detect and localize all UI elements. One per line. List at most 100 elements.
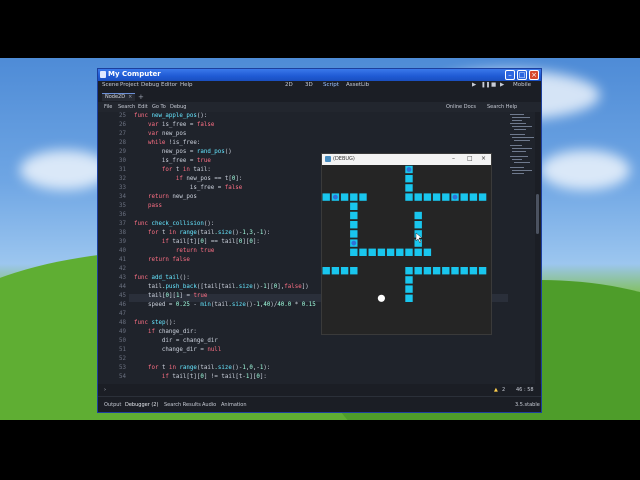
script-menubar: File Search Edit Go To Debug Online Docs… <box>98 102 541 112</box>
code-line[interactable]: is_free = false <box>134 185 242 191</box>
code-line[interactable]: func step(): <box>134 320 176 326</box>
snake-segment <box>414 239 422 247</box>
snake-segment <box>423 193 432 201</box>
game-close-button[interactable]: × <box>481 155 486 162</box>
snake-segment <box>405 193 413 201</box>
snake-segment <box>386 248 395 256</box>
code-line[interactable]: tail.push_back([tail[tail.size()-1][0],f… <box>134 284 309 290</box>
mode-3d[interactable]: 3D <box>305 82 313 88</box>
code-line[interactable]: return false <box>134 257 190 263</box>
code-line[interactable]: tail[0][1] = true <box>134 293 207 299</box>
script-menu-goto[interactable]: Go To <box>152 104 166 110</box>
script-menu-debug[interactable]: Debug <box>170 104 186 110</box>
code-line[interactable]: if tail[t][0] == tail[0][0]: <box>134 239 260 245</box>
menu-editor[interactable]: Editor <box>161 82 177 88</box>
panel-tab-debugger[interactable]: Debugger (2) <box>125 402 158 408</box>
code-line[interactable]: dir = change_dir <box>134 338 218 344</box>
maximize-button[interactable]: □ <box>517 70 527 80</box>
snake-segment <box>359 248 367 256</box>
panel-tab-output[interactable]: Output <box>104 402 121 408</box>
snake-segment <box>405 276 413 284</box>
code-line[interactable]: while !is_free: <box>134 140 200 146</box>
warning-count[interactable]: 2 <box>502 387 505 393</box>
line-number: 34 <box>119 194 126 200</box>
code-line[interactable]: for t in range(tail.size()-1,0,-1): <box>134 365 270 371</box>
game-canvas[interactable] <box>322 165 491 334</box>
code-line[interactable]: func check_collision(): <box>134 221 214 227</box>
line-number: 54 <box>119 374 126 380</box>
line-number: 50 <box>119 338 126 344</box>
mode-script[interactable]: Script <box>323 82 339 88</box>
code-minimap[interactable] <box>508 112 536 212</box>
panel-tab-search-results[interactable]: Search Results <box>164 402 201 408</box>
snake-segment <box>460 193 468 201</box>
chevron-right-icon[interactable]: › <box>104 387 106 393</box>
code-line[interactable]: new_pos = rand_pos() <box>134 149 232 155</box>
script-menu-edit[interactable]: Edit <box>138 104 148 110</box>
game-debug-window[interactable]: (DEBUG) – □ × <box>321 153 492 335</box>
code-line[interactable]: var is_free = false <box>134 122 214 128</box>
snake-segment <box>405 184 413 192</box>
code-line[interactable]: return true <box>134 248 214 254</box>
line-number: 27 <box>119 131 126 137</box>
mode-2d[interactable]: 2D <box>285 82 293 88</box>
code-line[interactable]: speed = 0.25 - min(tail.size()-1,40)/40.… <box>134 302 316 308</box>
snake-segment <box>405 248 413 256</box>
online-docs-button[interactable]: Online Docs <box>446 104 476 110</box>
panel-tab-audio[interactable]: Audio <box>202 402 216 408</box>
code-line[interactable]: for t in range(tail.size()-1,3,-1): <box>134 230 270 236</box>
snake-segment <box>322 193 330 201</box>
game-minimize-button[interactable]: – <box>452 155 455 162</box>
code-line[interactable]: if tail[t][0] != tail[t-1][0]: <box>134 374 267 380</box>
add-tab-button[interactable]: + <box>138 93 144 101</box>
snake-segment <box>350 267 358 275</box>
script-menu-file[interactable]: File <box>104 104 112 110</box>
scrollbar-thumb[interactable] <box>536 194 539 234</box>
snake-segment <box>469 193 478 201</box>
code-line[interactable]: func add_tail(): <box>134 275 190 281</box>
script-menu-search[interactable]: Search <box>118 104 135 110</box>
editor-scrollbar[interactable] <box>535 112 540 384</box>
code-line[interactable]: for t in tail: <box>134 167 211 173</box>
game-window-title: (DEBUG) <box>333 156 355 162</box>
window-titlebar[interactable]: My Computer – □ × <box>98 69 541 81</box>
line-number: 41 <box>119 257 126 263</box>
snake-segment <box>478 193 487 201</box>
menu-scene[interactable]: Scene <box>102 82 119 88</box>
code-line[interactable]: func new_apple_pos(): <box>134 113 207 119</box>
snake-segment <box>414 267 422 275</box>
letterbox-top <box>0 0 640 58</box>
line-number: 51 <box>119 347 126 353</box>
code-line[interactable]: if change_dir: <box>134 329 197 335</box>
stop-icon[interactable]: ■ <box>491 82 497 88</box>
snake-segment <box>405 175 413 183</box>
code-line[interactable]: is_free = true <box>134 158 211 164</box>
play-scene-icon[interactable]: ▶ <box>500 82 506 88</box>
tab-node2d[interactable]: Node2D × <box>102 93 136 101</box>
search-help-button[interactable]: Search Help <box>487 104 517 110</box>
close-button[interactable]: × <box>529 70 539 80</box>
code-line[interactable]: change_dir = null <box>134 347 221 353</box>
code-line[interactable]: return new_pos <box>134 194 197 200</box>
snake-segment <box>405 285 413 293</box>
menu-debug[interactable]: Debug <box>141 82 159 88</box>
menu-project[interactable]: Project <box>120 82 139 88</box>
game-window-titlebar[interactable]: (DEBUG) – □ × <box>322 154 491 165</box>
bottom-panel-tabs: Output Debugger (2) Search Results Audio… <box>98 396 541 412</box>
renderer-select[interactable]: Mobile <box>513 82 531 88</box>
code-line[interactable]: var new_pos <box>134 131 186 137</box>
code-line[interactable]: if new_pos == t[0]: <box>134 176 242 182</box>
line-number: 32 <box>119 176 126 182</box>
code-line[interactable]: pass <box>134 203 162 209</box>
panel-tab-animation[interactable]: Animation <box>221 402 247 408</box>
pause-icon[interactable]: ❚❚ <box>481 82 490 88</box>
snake-segment <box>414 248 422 256</box>
play-icon[interactable]: ▶ <box>472 82 478 88</box>
line-number: 26 <box>119 122 126 128</box>
minimize-button[interactable]: – <box>505 70 515 80</box>
snake-segment <box>359 193 367 201</box>
menu-help[interactable]: Help <box>180 82 193 88</box>
close-tab-icon[interactable]: × <box>128 94 132 100</box>
mode-assetlib[interactable]: AssetLib <box>346 82 369 88</box>
game-maximize-button[interactable]: □ <box>467 155 473 162</box>
